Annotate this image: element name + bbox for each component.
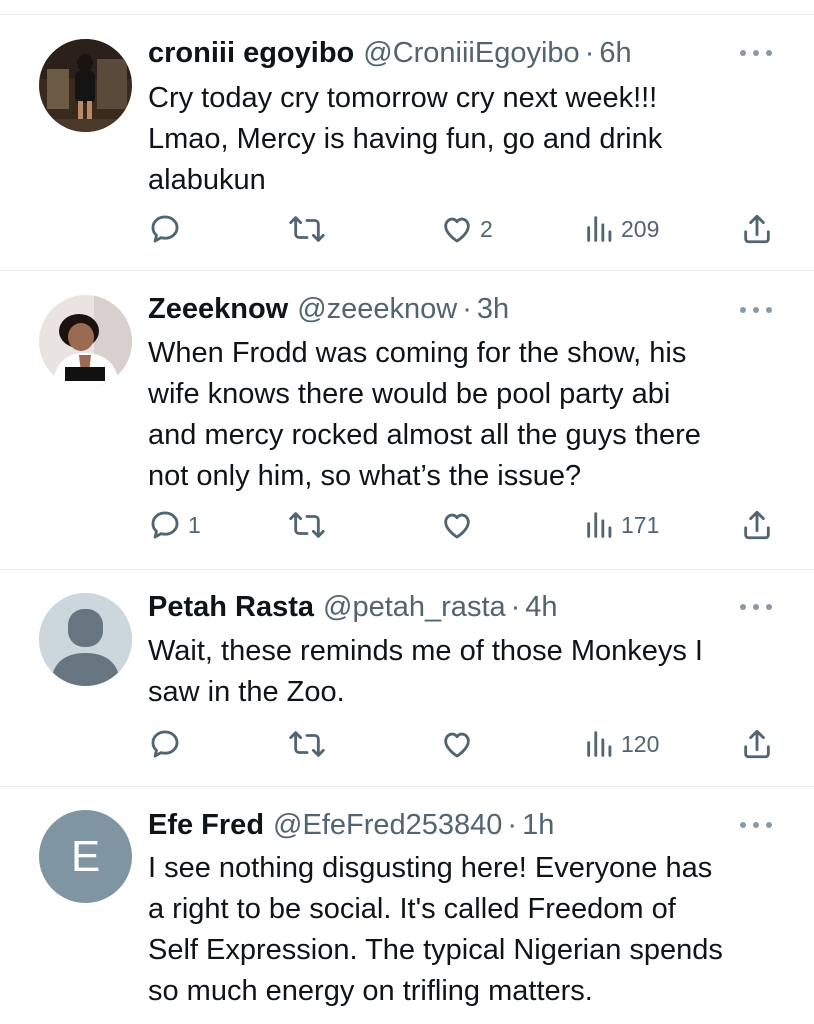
tweet-text-line: wife knows there would be pool party abi [148, 378, 671, 410]
views-icon [585, 727, 615, 761]
like-button[interactable] [440, 505, 480, 545]
tweet-text-line: a right to be social. It's called Freedo… [148, 893, 676, 925]
retweet-icon [288, 508, 326, 542]
heart-icon [440, 508, 474, 542]
more-icon[interactable] [740, 305, 772, 315]
tweet-text: I see nothing disgusting here! Everyone … [148, 848, 788, 1012]
like-count: 2 [480, 215, 493, 242]
views-button[interactable]: 171 [585, 505, 659, 545]
tweet-actions: 120 [148, 724, 778, 764]
top-divider [0, 14, 814, 15]
avatar-letter: E [70, 831, 101, 881]
retweet-button[interactable] [288, 505, 332, 545]
reply-button[interactable]: 1 [148, 505, 201, 545]
display-name[interactable]: croniii egoyibo [148, 37, 354, 70]
views-icon [585, 212, 615, 246]
timestamp[interactable]: 3h [477, 293, 509, 326]
tweet-header: Petah Rasta @petah_rasta · 4h [148, 587, 558, 627]
avatar[interactable] [39, 295, 132, 388]
like-button[interactable]: 2 [440, 209, 493, 249]
timestamp[interactable]: 6h [599, 37, 631, 70]
separator-dot: · [462, 292, 472, 325]
tweet-text-line: I see nothing disgusting here! Everyone … [148, 852, 713, 884]
retweet-icon [288, 212, 326, 246]
share-button[interactable] [740, 505, 774, 545]
tweet-text-line: Lmao, Mercy is having fun, go and drink [148, 123, 663, 155]
display-name[interactable]: Zeeeknow [148, 293, 288, 326]
timestamp[interactable]: 1h [522, 809, 554, 842]
display-name[interactable]: Petah Rasta [148, 591, 314, 624]
tweet-divider [0, 786, 814, 787]
user-handle[interactable]: @CroniiiEgoyibo [363, 37, 579, 70]
tweet-text-line: Cry today cry tomorrow cry next week!!! [148, 82, 658, 114]
more-icon[interactable] [740, 820, 772, 830]
tweet-text-line: When Frodd was coming for the show, his [148, 337, 687, 369]
more-icon[interactable] [740, 48, 772, 58]
tweet-actions: 2 209 [148, 209, 778, 249]
views-icon [585, 508, 615, 542]
share-icon [740, 212, 774, 246]
tweet-text: Cry today cry tomorrow cry next week!!! … [148, 78, 788, 201]
user-handle[interactable]: @EfeFred253840 [273, 809, 502, 842]
views-button[interactable]: 209 [585, 209, 659, 249]
views-button[interactable]: 120 [585, 724, 659, 764]
views-count: 120 [621, 730, 660, 757]
user-handle[interactable]: @petah_rasta [323, 591, 506, 624]
tweet-header: Zeeeknow @zeeeknow · 3h [148, 289, 509, 329]
avatar[interactable] [39, 39, 132, 132]
tweet-divider [0, 569, 814, 570]
reply-button[interactable] [148, 209, 188, 249]
share-button[interactable] [740, 209, 774, 249]
avatar[interactable]: E [39, 810, 132, 903]
separator-dot: · [507, 808, 518, 841]
retweet-icon [288, 727, 326, 761]
user-handle[interactable]: @zeeeknow [297, 293, 457, 326]
tweet-header: Efe Fred @EfeFred253840 · 1h [148, 805, 554, 845]
avatar[interactable] [39, 593, 132, 686]
separator-dot: · [584, 36, 595, 69]
tweet-text-line: Wait, these reminds me of those Monkeys … [148, 635, 703, 667]
tweet-divider [0, 270, 814, 271]
tweet-text-line: saw in the Zoo. [148, 676, 345, 708]
tweet-text-line: Self Expression. The typical Nigerian sp… [148, 934, 723, 966]
more-icon[interactable] [740, 602, 772, 612]
avatar-photo [39, 39, 132, 132]
like-button[interactable] [440, 724, 480, 764]
tweet-actions: 1 171 [148, 505, 778, 545]
default-avatar-icon [39, 593, 132, 686]
tweet-text: Wait, these reminds me of those Monkeys … [148, 631, 788, 713]
avatar-photo [39, 295, 132, 388]
tweet-text-line: so much energy on trifling matters. [148, 975, 593, 1007]
views-count: 209 [621, 215, 660, 242]
tweet-text: When Frodd was coming for the show, his … [148, 333, 788, 497]
timestamp[interactable]: 4h [525, 591, 557, 624]
display-name[interactable]: Efe Fred [148, 809, 264, 842]
retweet-button[interactable] [288, 209, 332, 249]
share-button[interactable] [740, 724, 774, 764]
separator-dot: · [510, 590, 521, 623]
reply-count: 1 [188, 511, 201, 538]
tweet-text-line: and mercy rocked almost all the guys the… [148, 419, 701, 451]
heart-icon [440, 727, 474, 761]
share-icon [740, 508, 774, 542]
reply-icon [148, 508, 182, 542]
tweet-header: croniii egoyibo @CroniiiEgoyibo · 6h [148, 33, 632, 73]
reply-icon [148, 212, 182, 246]
tweet-text-line: not only him, so what’s the issue? [148, 460, 582, 492]
heart-icon [440, 212, 474, 246]
views-count: 171 [621, 511, 660, 538]
share-icon [740, 727, 774, 761]
retweet-button[interactable] [288, 724, 332, 764]
reply-button[interactable] [148, 724, 188, 764]
tweet-text-line: alabukun [148, 164, 266, 196]
reply-icon [148, 727, 182, 761]
